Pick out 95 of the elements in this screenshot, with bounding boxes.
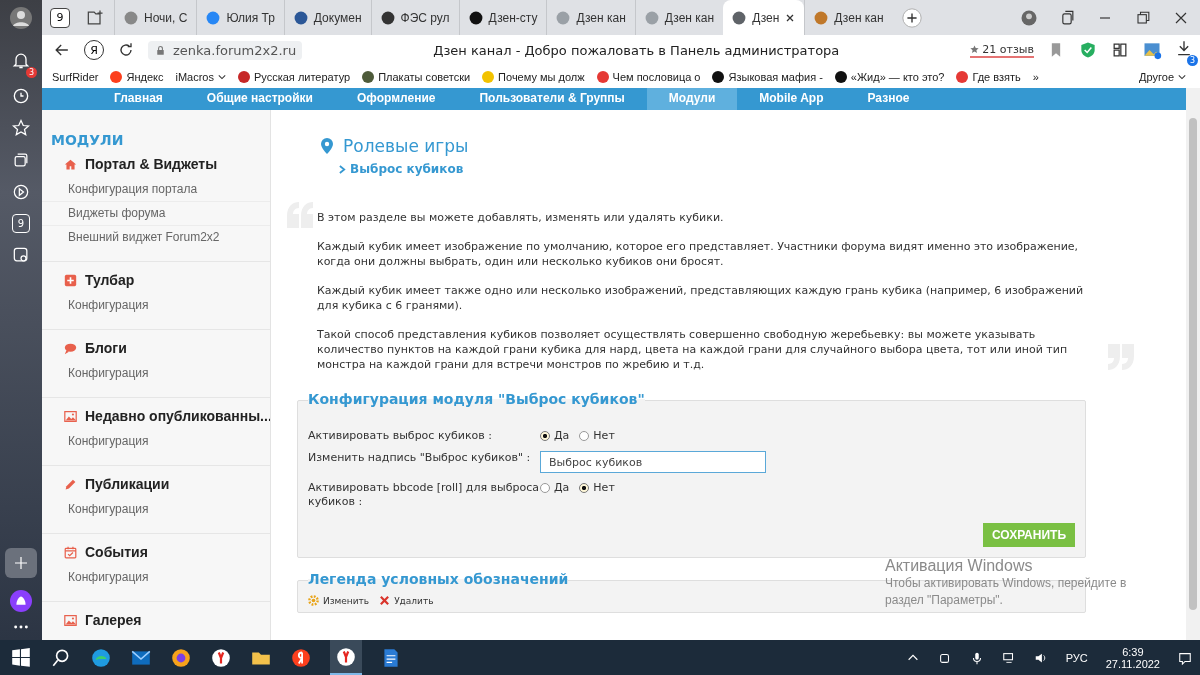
- cross-icon: [379, 595, 391, 606]
- section-title[interactable]: Галерея: [85, 612, 142, 628]
- start-icon[interactable]: [10, 646, 32, 669]
- sidebar-link[interactable]: Конфигурация портала: [42, 178, 270, 202]
- sidebar-link[interactable]: Конфигурация: [42, 430, 270, 453]
- radio-option[interactable]: Нет: [579, 429, 615, 442]
- legend-label: Удалить: [394, 595, 434, 606]
- notifications-icon[interactable]: [1178, 650, 1192, 665]
- browser-icon[interactable]: [335, 645, 357, 668]
- shield-icon[interactable]: [1078, 40, 1098, 60]
- scrollbar[interactable]: [1186, 88, 1200, 640]
- field-label: Активировать bbcode [roll] для выброса кубиков :: [308, 481, 540, 509]
- caret-icon: [1178, 72, 1186, 81]
- sidebar-link[interactable]: Виджеты форума: [42, 202, 270, 226]
- browser-tab[interactable]: Дзен: [723, 0, 805, 35]
- address-field[interactable]: zenka.forum2x2.ru: [148, 40, 303, 60]
- new-tab-icon[interactable]: [900, 6, 923, 29]
- other-bookmarks-button[interactable]: Другое: [1139, 70, 1186, 83]
- sidebar-link[interactable]: Внешний виджет Forum2x2: [42, 226, 270, 249]
- downloads-badge: 3: [1186, 55, 1198, 66]
- section-title[interactable]: Блоги: [85, 340, 127, 356]
- chat-icon: [64, 341, 77, 355]
- sidebar-heading: МОДУЛИ: [50, 132, 125, 148]
- location-pin-icon: [321, 138, 333, 154]
- bookmark-item[interactable]: Русская литератур: [238, 70, 351, 83]
- reviews-button[interactable]: 21 отзыв: [970, 42, 1034, 58]
- field-label: Изменить надпись "Выброс кубиков" :: [308, 451, 532, 465]
- radio-option[interactable]: Да: [540, 481, 570, 494]
- plus-icon: [64, 273, 77, 287]
- radio-button[interactable]: [540, 482, 550, 493]
- section-title[interactable]: Публикации: [85, 476, 170, 492]
- text-field[interactable]: Выброс кубиков: [540, 451, 766, 473]
- legend-label: Изменить: [323, 595, 370, 606]
- section-title[interactable]: События: [85, 544, 148, 560]
- panel-title: Конфигурация модуля "Выброс кубиков": [308, 391, 645, 407]
- play-icon[interactable]: [11, 182, 31, 202]
- sidebar-link[interactable]: Конфигурация: [42, 498, 270, 521]
- description-text: Каждый кубик имеет изображение по умолчанию, которое его представляет. Участники форума видят именно это изображение, когда они должны выбрать, один или несколько кубиков они бросят.: [317, 239, 1080, 269]
- sidebar-link[interactable]: Конфигурация: [42, 294, 270, 317]
- lock-icon: [154, 43, 167, 57]
- star-icon: [970, 44, 980, 54]
- gear-icon: [308, 595, 319, 606]
- tab-count-button[interactable]: 9: [50, 7, 70, 28]
- section-title[interactable]: Портал & Виджеты: [85, 156, 218, 172]
- picture-icon[interactable]: [1142, 40, 1162, 60]
- bookmark-item[interactable]: Почему мы долж: [482, 70, 585, 83]
- network-icon[interactable]: [1001, 650, 1016, 665]
- page-heading: Ролевые игры: [343, 136, 469, 156]
- add-button[interactable]: [5, 548, 37, 578]
- bookmark-item[interactable]: Языковая мафия -: [712, 70, 823, 83]
- avatar-icon[interactable]: [9, 6, 33, 30]
- more-bookmarks-button[interactable]: »: [1032, 70, 1039, 83]
- radio-button[interactable]: [579, 482, 590, 493]
- sidebar-link[interactable]: Конфигурация: [42, 362, 270, 385]
- section-title[interactable]: Тулбар: [85, 272, 135, 288]
- assistant-icon[interactable]: [10, 590, 32, 612]
- description-text: Такой способ представления кубиков позволяет осуществлять совершенно свободную жеребьевку: вы можете указывать количество пунктов на каждой грани кубика для нард, цвета на каждой грани для случайного выбора цвета, тот или иной тип монстра на каждой грани для встречи монстров по жребию и т.д.: [317, 327, 1069, 372]
- language-indicator[interactable]: РУС: [1065, 651, 1088, 664]
- panel-title: Легенда условных обозначений: [308, 571, 569, 587]
- bookmark-item[interactable]: Где взять: [956, 70, 1021, 83]
- sidebar-link[interactable]: Конфигурация: [42, 566, 270, 589]
- field-label: Активировать выброс кубиков :: [308, 429, 494, 443]
- home-icon: [64, 157, 77, 171]
- clock-date[interactable]: 27.11.2022: [1105, 657, 1160, 670]
- bookmark-item[interactable]: iMacros: [175, 70, 226, 83]
- counter-button[interactable]: 9: [12, 214, 30, 233]
- radio-option[interactable]: Да: [540, 429, 570, 442]
- pencil-icon: [64, 477, 77, 491]
- close-icon[interactable]: [785, 12, 796, 23]
- description-text: В этом разделе вы можете добавлять, изменять или удалять кубики.: [317, 210, 725, 225]
- image-icon: [64, 613, 77, 627]
- more-icon[interactable]: [13, 624, 29, 630]
- radio-option[interactable]: Нет: [579, 481, 615, 494]
- section-title[interactable]: Недавно опубликованны...: [85, 408, 270, 424]
- image-icon: [64, 409, 77, 423]
- bookmark-item[interactable]: Чем пословица о: [596, 70, 701, 83]
- bookmark-item[interactable]: «Жид» — кто это?: [834, 70, 945, 83]
- notification-badge: 3: [25, 67, 37, 78]
- plus-icon: [12, 554, 30, 572]
- activation-text: Чтобы активировать Windows, перейдите в раздел "Параметры".: [885, 575, 1128, 609]
- bookmark-item[interactable]: Плакаты советски: [362, 70, 471, 83]
- radio-button[interactable]: [540, 430, 550, 441]
- calendar-icon: [64, 545, 77, 559]
- description-text: Каждый кубик имеет также одно или несколько изображений, представляющих каждую грань кубика (например, 6 изображений для кубика с 6 гранями).: [317, 283, 1085, 313]
- bookmark-item[interactable]: Яндекс: [110, 70, 164, 83]
- clock-time[interactable]: 6:39: [1122, 645, 1144, 658]
- browser-icon[interactable]: [210, 646, 232, 669]
- browser-icon[interactable]: [170, 646, 192, 669]
- clock-icon[interactable]: [11, 86, 31, 106]
- chevron-icon: [339, 164, 346, 174]
- radio-button[interactable]: [579, 430, 590, 441]
- bookmark-item[interactable]: SurfRider: [52, 70, 99, 83]
- activation-title: Активация Windows: [885, 557, 1034, 575]
- star-icon[interactable]: [11, 118, 31, 138]
- page-title: Дзен канал - Добро пожаловать в Панель администратора: [432, 42, 841, 58]
